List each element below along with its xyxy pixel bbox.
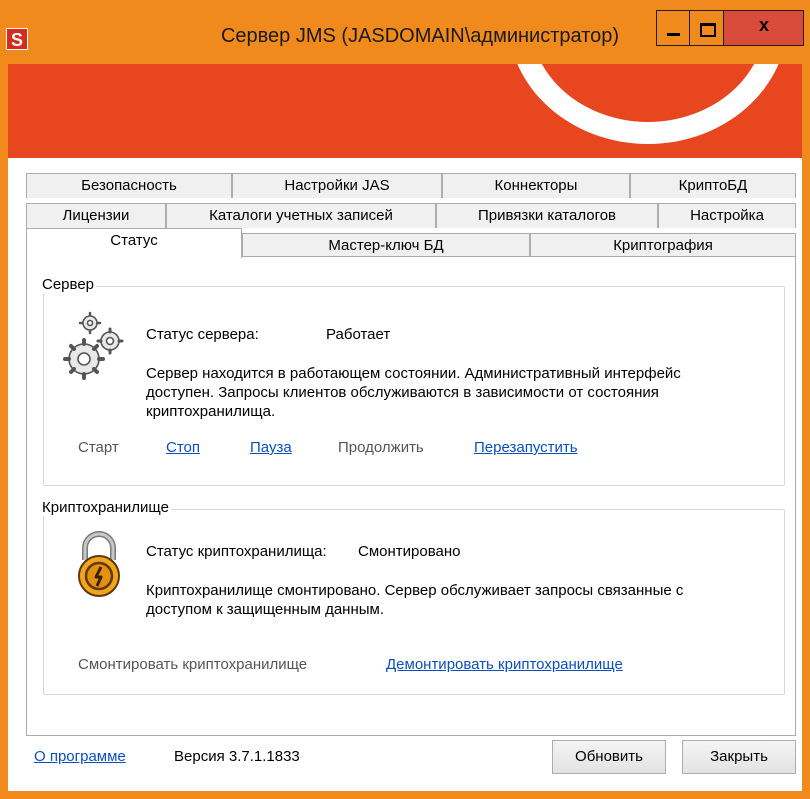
unmount-cryptostore-link[interactable]: Демонтировать криптохранилище xyxy=(386,656,623,673)
banner-logo-arc xyxy=(508,64,788,144)
tab-security[interactable]: Безопасность xyxy=(26,173,232,198)
close-icon: x xyxy=(758,15,769,35)
server-description: Сервер находится в работающем состоянии.… xyxy=(146,365,681,420)
server-start-link[interactable]: Старт xyxy=(78,439,119,456)
server-status-label: Статус сервера: xyxy=(146,326,259,343)
server-group: Сервер Статус сервера: Работает Сервер н… xyxy=(40,276,785,486)
server-restart-link[interactable]: Перезапустить xyxy=(474,439,578,456)
tab-jas-settings[interactable]: Настройки JAS xyxy=(232,173,442,198)
cryptostore-group: Криптохранилище Статус криптохранилища: … xyxy=(40,499,785,695)
header-banner xyxy=(8,64,802,158)
tab-account-catalogs[interactable]: Каталоги учетных записей xyxy=(166,203,436,228)
cryptostore-status-value: Смонтировано xyxy=(358,543,461,560)
server-stop-link[interactable]: Стоп xyxy=(166,439,200,456)
tab-db-master-key[interactable]: Мастер-ключ БД xyxy=(242,233,530,258)
tab-setup[interactable]: Настройка xyxy=(658,203,796,228)
tab-licenses[interactable]: Лицензии xyxy=(26,203,166,228)
cryptostore-status-label: Статус криптохранилища: xyxy=(146,543,327,560)
close-button[interactable]: Закрыть xyxy=(682,740,796,774)
mount-cryptostore-link[interactable]: Смонтировать криптохранилище xyxy=(78,656,307,673)
tab-cryptodb[interactable]: КриптоБД xyxy=(630,173,796,198)
gears-icon xyxy=(63,311,124,380)
tab-cryptography[interactable]: Криптография xyxy=(530,233,796,258)
minimize-button[interactable] xyxy=(656,10,690,46)
maximize-icon xyxy=(700,23,716,37)
status-tab-page: Сервер Статус сервера: Работает Сервер н… xyxy=(26,256,796,736)
padlock-icon xyxy=(78,531,120,597)
minimize-icon xyxy=(667,33,680,36)
cryptostore-description: Криптохранилище смонтировано. Сервер обс… xyxy=(146,582,684,618)
version-label: Версия 3.7.1.1833 xyxy=(174,748,300,765)
server-pause-link[interactable]: Пауза xyxy=(250,439,292,456)
tab-catalog-bindings[interactable]: Привязки каталогов xyxy=(436,203,658,228)
server-status-value: Работает xyxy=(326,326,391,343)
server-resume-link[interactable]: Продолжить xyxy=(338,439,424,456)
tab-status[interactable]: Статус xyxy=(26,228,242,258)
title-bar[interactable]: S Сервер JMS (JASDOMAIN\администратор) x xyxy=(0,0,810,64)
about-link[interactable]: О программе xyxy=(34,748,126,765)
server-group-title: Сервер xyxy=(40,276,97,293)
tab-connectors[interactable]: Коннекторы xyxy=(442,173,630,198)
cryptostore-group-title: Криптохранилище xyxy=(40,499,171,516)
close-window-button[interactable]: x xyxy=(724,10,804,46)
maximize-button[interactable] xyxy=(690,10,724,46)
main-window: S Сервер JMS (JASDOMAIN\администратор) x… xyxy=(0,0,810,799)
refresh-button[interactable]: Обновить xyxy=(552,740,666,774)
